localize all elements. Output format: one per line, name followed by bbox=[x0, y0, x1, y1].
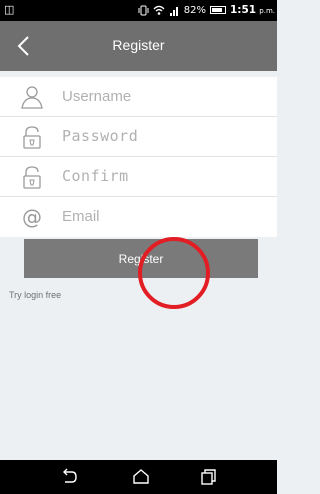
home-icon bbox=[133, 469, 149, 484]
status-indicators: 82% 1:51 p.m. bbox=[138, 4, 275, 16]
username-input[interactable] bbox=[62, 83, 257, 109]
try-login-free-link[interactable]: Try login free bbox=[9, 290, 61, 300]
confirm-row bbox=[0, 157, 277, 197]
password-input[interactable] bbox=[62, 123, 257, 149]
status-bar: ◫ 82% 1:51 p.m. bbox=[0, 0, 277, 21]
email-row: @ bbox=[0, 197, 277, 237]
nav-recents-button[interactable] bbox=[199, 468, 219, 486]
vibrate-icon bbox=[138, 5, 149, 15]
lock-icon bbox=[23, 126, 41, 149]
password-row bbox=[0, 117, 277, 157]
register-form: @ bbox=[0, 77, 277, 237]
signal-icon bbox=[169, 6, 178, 16]
nav-bar bbox=[0, 460, 277, 494]
title-bar: Register bbox=[0, 21, 277, 71]
register-button[interactable]: Register bbox=[24, 239, 258, 278]
notification-icon: ◫ bbox=[4, 3, 15, 16]
page-title: Register bbox=[112, 37, 165, 53]
clock-time: 1:51 bbox=[229, 4, 257, 16]
clock-ampm: p.m. bbox=[259, 7, 275, 15]
battery-percentage: 82% bbox=[183, 4, 206, 16]
confirm-password-input[interactable] bbox=[62, 163, 257, 189]
svg-text:@: @ bbox=[22, 205, 42, 229]
at-icon: @ bbox=[22, 205, 42, 229]
username-row bbox=[0, 77, 277, 117]
battery-icon bbox=[209, 6, 226, 14]
nav-back-button[interactable] bbox=[59, 468, 79, 486]
user-icon bbox=[21, 86, 43, 109]
battery-fill bbox=[211, 8, 222, 12]
email-input[interactable] bbox=[62, 203, 257, 229]
recent-apps-icon bbox=[201, 469, 216, 485]
lock-icon bbox=[23, 166, 41, 189]
nav-home-button[interactable] bbox=[131, 468, 151, 486]
wifi-icon bbox=[153, 5, 165, 15]
back-arrow-icon bbox=[63, 468, 77, 483]
